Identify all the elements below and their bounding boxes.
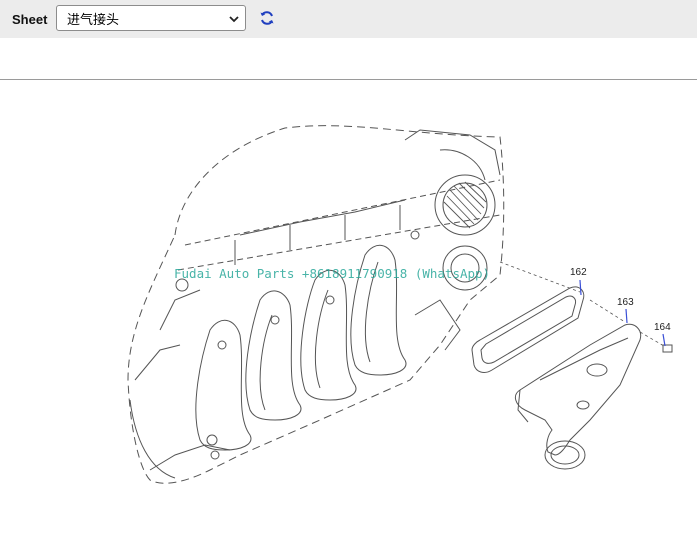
leader-162 <box>579 279 582 296</box>
info-strip <box>0 38 697 79</box>
watermark: Fudai Auto Parts +8618911790918 (WhatsAp… <box>174 266 491 281</box>
sheet-label: Sheet <box>12 11 48 27</box>
intake-runner-2 <box>300 270 357 401</box>
toolbar: Sheet 进气接头 <box>0 0 697 38</box>
callout-163: 163 <box>617 297 634 308</box>
bolt-164 <box>662 344 673 353</box>
gear-cover-circle <box>434 174 496 236</box>
intake-runner-3 <box>350 245 407 376</box>
intake-runner-4 <box>195 320 252 451</box>
sheet-select-value: 进气接头 <box>67 12 120 28</box>
leader-163 <box>625 308 628 324</box>
sheet-select[interactable]: 进气接头 <box>56 5 246 31</box>
engine-block-outline <box>127 125 505 484</box>
chevron-down-icon <box>229 16 239 23</box>
callout-162: 162 <box>570 267 587 278</box>
leader-164 <box>662 333 666 347</box>
refresh-icon[interactable] <box>258 9 276 27</box>
parts-diagram <box>127 125 673 484</box>
callout-164: 164 <box>654 322 671 333</box>
intake-runner-1 <box>245 290 302 421</box>
